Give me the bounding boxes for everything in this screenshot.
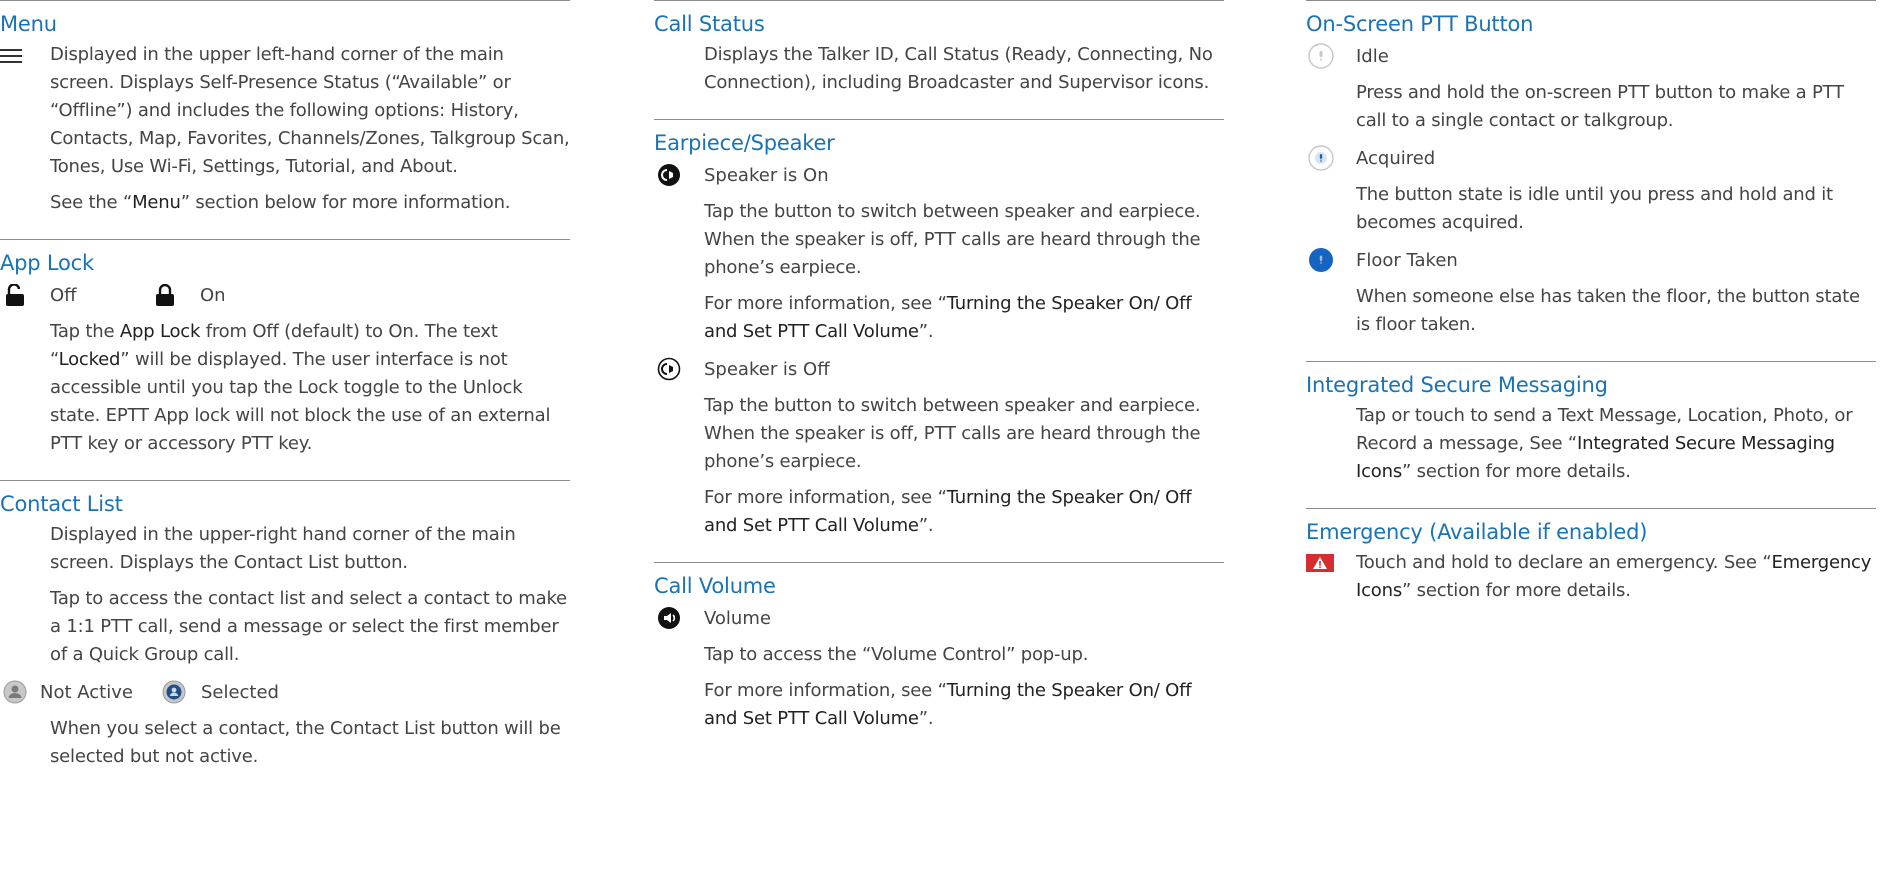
ptt-idle-icon <box>1306 41 1336 71</box>
ptt-floor-label: Floor Taken <box>1356 249 1458 271</box>
emergency-warning-icon <box>1306 549 1356 613</box>
speaker-on-description: Tap the button to switch between speaker… <box>704 201 1201 278</box>
call-status-heading: Call Status <box>654 12 765 36</box>
menu-description: Displayed in the upper left-hand corner … <box>50 44 570 177</box>
speaker-off-more: For more information, see “Turning the S… <box>704 487 1192 536</box>
contact-list-desc2: Tap to access the contact list and selec… <box>50 588 567 665</box>
section-earpiece-speaker: Earpiece/Speaker Speaker is On Tap the b… <box>654 119 1224 562</box>
speaker-on-more: For more information, see “Turning the S… <box>704 293 1192 342</box>
app-lock-off-label: Off <box>50 284 77 306</box>
unlock-icon <box>0 280 30 310</box>
speaker-off-label: Speaker is Off <box>704 358 830 380</box>
speaker-on-row: Speaker is On <box>654 160 1224 190</box>
lock-icon <box>150 280 180 310</box>
ptt-idle-row: Idle <box>1306 41 1876 71</box>
call-volume-heading: Call Volume <box>654 574 776 598</box>
selected-label: Selected <box>200 681 279 703</box>
contact-list-states: Not Active Selected <box>0 677 570 707</box>
column-middle: Call Status Displays the Talker ID, Call… <box>654 0 1224 755</box>
ptt-floor-row: Floor Taken <box>1306 245 1876 275</box>
contact-selected-icon <box>159 677 189 707</box>
speaker-on-icon <box>654 160 684 190</box>
ptt-idle-description: Press and hold the on-screen PTT button … <box>1356 82 1844 131</box>
section-app-lock: App Lock Off On Tap the App Lock from Of… <box>0 239 570 480</box>
column-left: Menu Displayed in the upper left-hand co… <box>0 0 570 793</box>
column-right: On-Screen PTT Button Idle Press and hold… <box>1306 0 1876 627</box>
ptt-acquired-row: Acquired <box>1306 143 1876 173</box>
call-status-description: Displays the Talker ID, Call Status (Rea… <box>704 44 1213 93</box>
not-active-label: Not Active <box>40 681 133 703</box>
earpiece-heading: Earpiece/Speaker <box>654 131 835 155</box>
ism-description: Tap or touch to send a Text Message, Loc… <box>1356 405 1853 482</box>
section-call-volume: Call Volume Volume Tap to access the “Vo… <box>654 562 1224 755</box>
speaker-off-description: Tap the button to switch between speaker… <box>704 395 1201 472</box>
section-menu: Menu Displayed in the upper left-hand co… <box>0 0 570 239</box>
ptt-acquired-icon <box>1306 143 1336 173</box>
menu-link[interactable]: Menu <box>132 192 181 213</box>
contact-list-heading: Contact List <box>0 492 123 516</box>
speaker-off-row: Speaker is Off <box>654 354 1224 384</box>
ptt-floor-taken-icon <box>1306 245 1336 275</box>
section-ptt-button: On-Screen PTT Button Idle Press and hold… <box>1306 0 1876 361</box>
speaker-off-icon <box>654 354 684 384</box>
emergency-description: Touch and hold to declare an emergency. … <box>1356 552 1872 601</box>
section-contact-list: Contact List Displayed in the upper-righ… <box>0 480 570 793</box>
menu-heading: Menu <box>0 12 57 36</box>
app-lock-heading: App Lock <box>0 251 94 275</box>
section-emergency: Emergency (Available if enabled) Touch a… <box>1306 508 1876 627</box>
volume-description: Tap to access the “Volume Control” pop-u… <box>704 644 1089 665</box>
ptt-idle-label: Idle <box>1356 45 1389 67</box>
volume-more: For more information, see “Turning the S… <box>704 680 1192 729</box>
app-lock-on-label: On <box>200 284 226 306</box>
ptt-heading: On-Screen PTT Button <box>1306 12 1534 36</box>
app-lock-states: Off On <box>0 280 570 310</box>
app-lock-description: Tap the App Lock from Off (default) to O… <box>50 321 551 454</box>
hamburger-icon <box>0 41 50 225</box>
volume-label: Volume <box>704 607 771 629</box>
section-call-status: Call Status Displays the Talker ID, Call… <box>654 0 1224 119</box>
menu-row: Displayed in the upper left-hand corner … <box>0 41 570 225</box>
speaker-on-label: Speaker is On <box>704 164 829 186</box>
menu-see-more: See the “Menu” section below for more in… <box>50 192 511 213</box>
volume-icon <box>654 603 684 633</box>
ptt-acquired-description: The button state is idle until you press… <box>1356 184 1833 233</box>
ptt-acquired-label: Acquired <box>1356 147 1436 169</box>
contact-not-active-icon <box>0 677 30 707</box>
emergency-row: Touch and hold to declare an emergency. … <box>1306 549 1876 613</box>
section-integrated-secure-messaging: Integrated Secure Messaging Tap or touch… <box>1306 361 1876 508</box>
ism-heading: Integrated Secure Messaging <box>1306 373 1608 397</box>
contact-list-desc1: Displayed in the upper-right hand corner… <box>50 524 516 573</box>
emergency-heading: Emergency (Available if enabled) <box>1306 520 1648 544</box>
ptt-floor-description: When someone else has taken the floor, t… <box>1356 286 1860 335</box>
volume-row: Volume <box>654 603 1224 633</box>
contact-list-desc3: When you select a contact, the Contact L… <box>50 718 561 767</box>
